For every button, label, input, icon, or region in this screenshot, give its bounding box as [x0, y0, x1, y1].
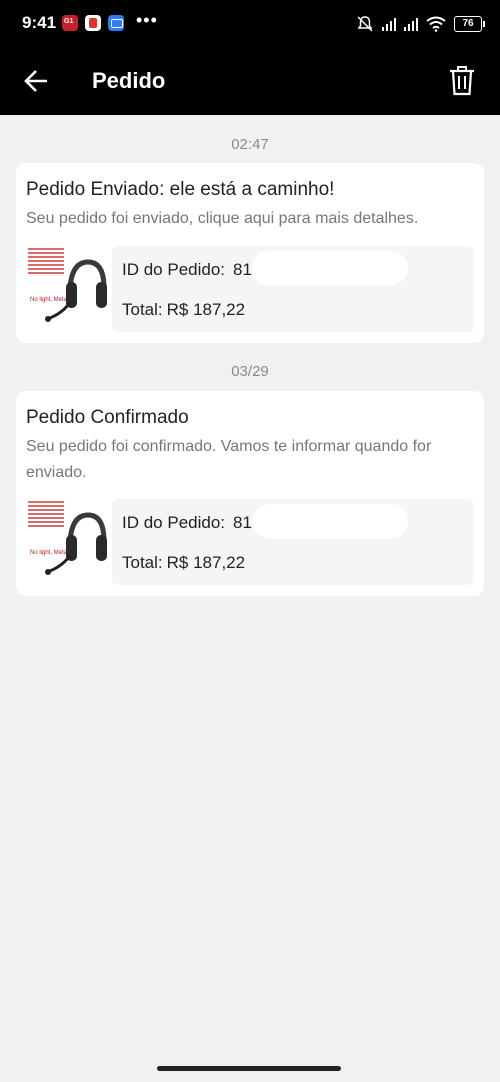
arrow-left-icon[interactable] — [24, 68, 50, 94]
order-id-value: 81 — [233, 513, 252, 532]
home-indicator[interactable] — [157, 1066, 341, 1071]
order-total-row: Total: R$ 187,22 — [122, 553, 245, 573]
notification-card-confirmed[interactable]: Pedido Confirmado Seu pedido foi confirm… — [16, 391, 484, 596]
order-total-row: Total: R$ 187,22 — [122, 300, 245, 320]
trash-icon[interactable] — [448, 64, 476, 96]
notification-title: Pedido Enviado: ele está a caminho! — [26, 179, 335, 200]
status-bar: 9:41 ••• 76 — [0, 0, 500, 48]
order-summary[interactable]: ID do Pedido: 81 Total: R$ 187,22 — [112, 499, 474, 585]
app-header: Pedido — [0, 48, 500, 115]
total-value: R$ 187,22 — [166, 553, 246, 572]
wifi-icon — [426, 16, 446, 32]
product-thumbnail[interactable]: No light, Metal — [26, 246, 108, 328]
headset-image — [45, 512, 107, 575]
headset-image — [45, 259, 107, 322]
total-label: Total: — [122, 300, 163, 319]
notification-timestamp: 02:47 — [231, 136, 269, 153]
messages-app-icon — [108, 15, 124, 31]
signal-icon-2 — [404, 17, 418, 31]
news-app-icon — [62, 15, 78, 31]
page-title: Pedido — [92, 68, 166, 93]
status-time: 9:41 — [22, 13, 57, 32]
redacted-overlay — [252, 504, 408, 538]
order-id-row: ID do Pedido: 81 — [122, 260, 252, 280]
signal-icon — [382, 17, 396, 31]
order-id-row: ID do Pedido: 81 — [122, 513, 252, 533]
notification-card-shipped[interactable]: Pedido Enviado: ele está a caminho! Seu … — [16, 163, 484, 343]
notification-message: Seu pedido foi enviado, clique aqui para… — [26, 210, 419, 227]
notification-message: Seu pedido foi confirmado. Vamos te info… — [26, 438, 432, 481]
product-thumbnail[interactable]: No light, Metal — [26, 499, 108, 581]
app-notification-icon — [85, 15, 101, 31]
order-summary[interactable]: ID do Pedido: 81 Total: R$ 187,22 — [112, 246, 474, 332]
redacted-overlay — [252, 251, 408, 285]
more-notifications-icon: ••• — [136, 10, 158, 30]
mute-alarm-icon — [357, 16, 373, 32]
order-id-label: ID do Pedido: — [122, 260, 226, 279]
battery-icon: 76 — [454, 16, 485, 32]
order-id-value: 81 — [233, 260, 252, 279]
notification-title: Pedido Confirmado — [26, 407, 189, 428]
order-id-label: ID do Pedido: — [122, 513, 226, 532]
total-value: R$ 187,22 — [166, 300, 246, 319]
notification-timestamp: 03/29 — [231, 363, 269, 380]
total-label: Total: — [122, 553, 163, 572]
